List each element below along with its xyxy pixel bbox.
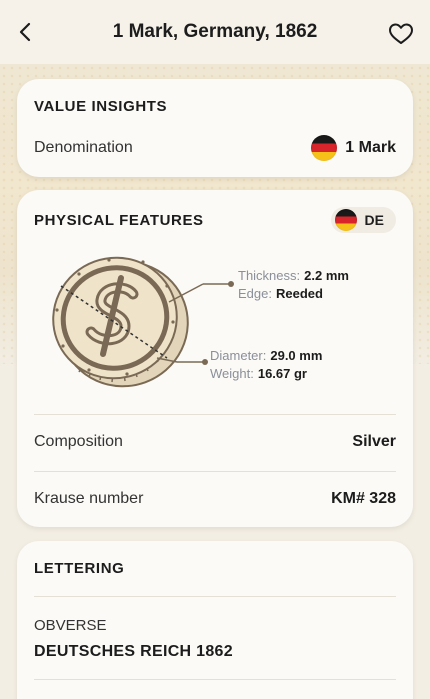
composition-label: Composition	[34, 433, 123, 450]
composition-row: Composition Silver	[34, 428, 396, 456]
back-chevron-icon[interactable]	[14, 20, 38, 44]
heart-icon[interactable]	[388, 22, 414, 46]
krause-row: Krause number KM# 328	[34, 485, 396, 513]
lettering-title: LETTERING	[34, 560, 125, 577]
physical-features-title: PHYSICAL FEATURES	[34, 212, 204, 229]
top-bar: 1 Mark, Germany, 1862	[0, 0, 430, 64]
thickness-edge-info: Thickness: 2.2 mm Edge: Reeded	[238, 267, 349, 303]
krause-value: KM# 328	[331, 490, 396, 507]
weight-value: 16.67 gr	[257, 366, 307, 381]
lettering-card: LETTERING OBVERSE DEUTSCHES REICH 1862	[17, 541, 413, 699]
obverse-label: OBVERSE	[34, 617, 107, 634]
thickness-label: Thickness:	[238, 268, 301, 283]
edge-label: Edge:	[238, 286, 272, 301]
denomination-value: 1 Mark	[345, 139, 396, 156]
value-insights-card: VALUE INSIGHTS Denomination 1 Mark	[17, 79, 413, 177]
country-pill[interactable]: DE	[330, 207, 396, 233]
value-insights-title: VALUE INSIGHTS	[34, 98, 168, 115]
divider	[34, 414, 396, 415]
divider	[34, 679, 396, 680]
denomination-label: Denomination	[34, 139, 133, 156]
divider	[34, 471, 396, 472]
germany-flag-icon	[311, 135, 338, 161]
diameter-weight-info: Diameter: 29.0 mm Weight: 16.67 gr	[210, 347, 322, 383]
physical-features-card: PHYSICAL FEATURES DE Thickness: 2.2 mm E…	[17, 190, 413, 527]
weight-label: Weight:	[210, 366, 254, 381]
thickness-value: 2.2 mm	[304, 268, 349, 283]
country-code: DE	[364, 212, 384, 228]
divider	[34, 596, 396, 597]
denomination-row: Denomination 1 Mark	[34, 134, 396, 162]
diameter-label: Diameter:	[210, 348, 267, 363]
diameter-value: 29.0 mm	[270, 348, 323, 363]
obverse-value: DEUTSCHES REICH 1862	[34, 643, 233, 660]
germany-flag-icon	[334, 209, 357, 231]
page-title: 1 Mark, Germany, 1862	[112, 21, 318, 42]
krause-label: Krause number	[34, 490, 144, 507]
composition-value: Silver	[352, 433, 396, 450]
edge-value: Reeded	[275, 286, 323, 301]
